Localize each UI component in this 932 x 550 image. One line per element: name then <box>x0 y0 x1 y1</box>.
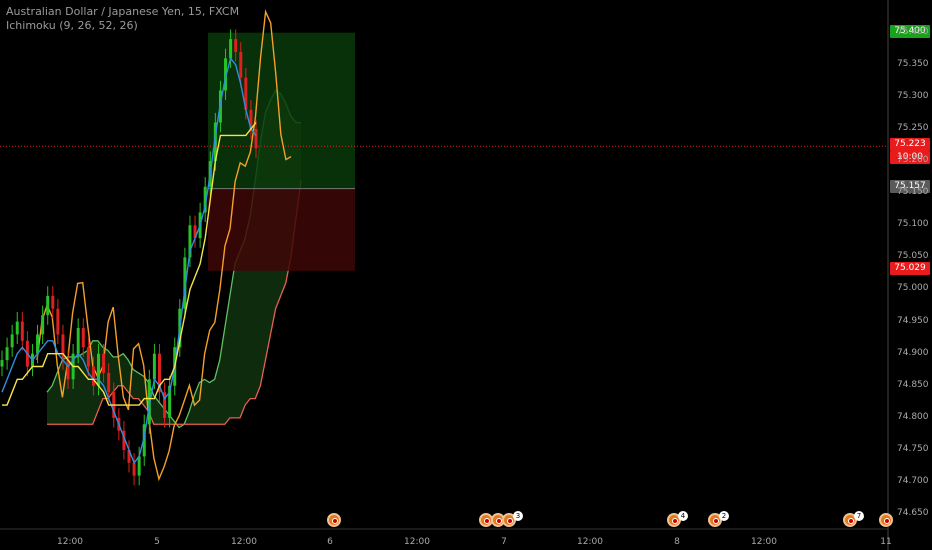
candle-body <box>86 347 90 367</box>
y-tick-label: 74.850 <box>897 379 929 390</box>
x-tick-label: 11 <box>880 537 892 547</box>
candle-body <box>20 321 24 341</box>
y-tick-label: 74.650 <box>897 508 929 519</box>
event-marker[interactable]: 4 <box>667 511 688 527</box>
event-marker[interactable]: 7 <box>843 511 864 527</box>
candle-body <box>15 321 19 335</box>
candle-body <box>0 360 4 367</box>
x-tick-label: 12:00 <box>57 537 83 547</box>
y-tick-label: 75.150 <box>897 187 929 198</box>
x-tick-label: 6 <box>327 537 333 547</box>
candle-body <box>239 51 243 78</box>
candle-body <box>36 334 40 354</box>
event-marker[interactable]: 3 <box>502 511 523 527</box>
x-tick-label: 12:00 <box>577 537 603 547</box>
candle-body <box>132 462 136 476</box>
candle-body <box>234 39 238 52</box>
candle-body <box>66 360 70 380</box>
candle-body <box>254 128 258 149</box>
y-tick-label: 75.100 <box>897 219 929 230</box>
candle-body <box>41 315 45 335</box>
current-price-tag: 75.223 <box>890 138 930 151</box>
candle-body <box>5 347 9 361</box>
y-tick-label: 74.900 <box>897 347 929 358</box>
y-tick-label: 74.750 <box>897 443 929 454</box>
x-tick-label: 7 <box>501 537 507 547</box>
stop-price-tag: 75.029 <box>890 262 930 275</box>
y-tick-label: 75.050 <box>897 251 929 262</box>
y-tick-label: 75.300 <box>897 90 929 101</box>
x-tick-label: 5 <box>154 537 160 547</box>
x-tick-label: 8 <box>674 537 680 547</box>
candle-body <box>61 334 65 361</box>
event-marker[interactable]: 2 <box>708 511 729 527</box>
y-tick-label: 75.250 <box>897 122 929 133</box>
event-marker[interactable] <box>879 513 893 527</box>
x-tick-label: 12:00 <box>404 537 430 547</box>
y-tick-label: 75.350 <box>897 58 929 69</box>
candle-body <box>152 353 156 380</box>
candle-body <box>81 327 85 348</box>
candle-body <box>102 353 106 373</box>
candle-body <box>10 334 14 348</box>
x-tick-label: 12:00 <box>751 537 777 547</box>
candle-body <box>91 366 95 386</box>
y-tick-label: 75.000 <box>897 283 929 294</box>
event-marker[interactable] <box>327 513 341 527</box>
candle-body <box>107 372 111 393</box>
x-tick-label: 12:00 <box>231 537 257 547</box>
price-chart[interactable] <box>0 0 932 550</box>
y-tick-label: 75.400 <box>897 26 929 37</box>
candle-body <box>137 456 141 476</box>
y-tick-label: 74.700 <box>897 476 929 487</box>
candle-body <box>46 295 50 316</box>
candle-body <box>229 39 233 59</box>
y-tick-label: 74.800 <box>897 411 929 422</box>
y-tick-label: 75.200 <box>897 155 929 166</box>
candle-body <box>56 308 60 335</box>
indicator-legend[interactable]: Ichimoku (9, 26, 52, 26) <box>6 19 138 32</box>
y-tick-label: 74.950 <box>897 315 929 326</box>
symbol-legend: Australian Dollar / Japanese Yen, 15, FX… <box>6 5 240 18</box>
candle-body <box>76 327 80 354</box>
candle-body <box>51 295 55 309</box>
